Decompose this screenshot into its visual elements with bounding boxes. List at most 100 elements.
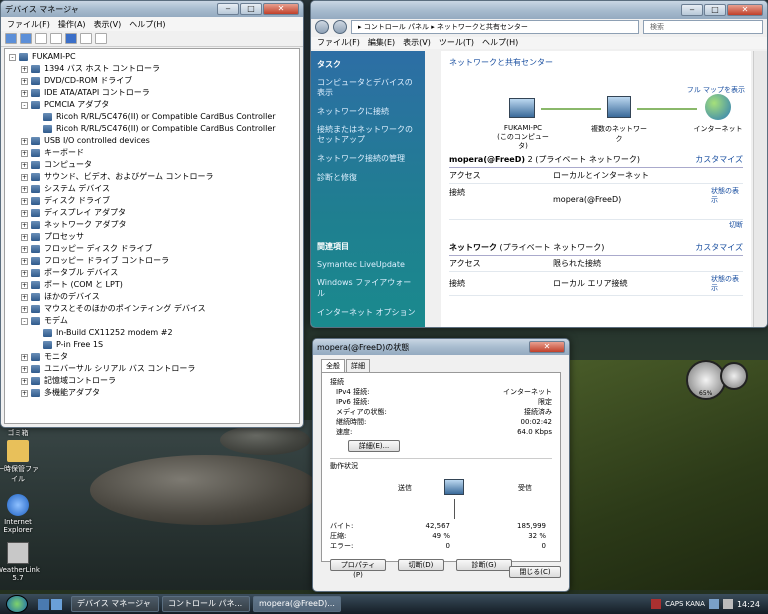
expand-icon[interactable]: +: [21, 173, 28, 181]
tree-item[interactable]: + キーボード: [9, 147, 295, 159]
expand-icon[interactable]: +: [21, 77, 28, 85]
expand-icon[interactable]: +: [21, 233, 28, 241]
tree-item[interactable]: + 記憶域コントローラ: [9, 375, 295, 387]
help-icon[interactable]: [65, 33, 77, 44]
expand-icon[interactable]: +: [21, 197, 28, 205]
show-desktop-icon[interactable]: [38, 598, 49, 610]
taskbar-item-device-manager[interactable]: デバイス マネージャ: [71, 596, 159, 612]
minimize-button[interactable]: ‒: [681, 4, 703, 16]
tree-item[interactable]: + マウスとそのほかのポインティング デバイス: [9, 303, 295, 315]
title-bar[interactable]: mopera(@FreeD)の状態 ✕: [313, 339, 569, 355]
collapse-icon[interactable]: -: [9, 53, 16, 61]
scrollbar[interactable]: [753, 51, 767, 327]
menu-view[interactable]: 表示(V): [403, 37, 431, 49]
properties-icon[interactable]: [50, 33, 62, 44]
expand-icon[interactable]: +: [21, 305, 28, 313]
back-icon[interactable]: [315, 20, 329, 34]
forward-icon[interactable]: [333, 20, 347, 34]
expand-icon[interactable]: +: [21, 377, 28, 385]
tree-item[interactable]: + USB I/O controlled devices: [9, 135, 295, 147]
related-link-firewall[interactable]: Windows ファイアウォール: [317, 277, 419, 299]
close-button[interactable]: ✕: [727, 4, 763, 16]
tree-item[interactable]: - モデム: [9, 315, 295, 327]
maximize-button[interactable]: □: [704, 4, 726, 16]
address-bar[interactable]: ▸ コントロール パネル ▸ ネットワークと共有センター: [351, 20, 639, 34]
disconnect-link[interactable]: 切断: [449, 220, 743, 232]
tree-item[interactable]: + ほかのデバイス: [9, 291, 295, 303]
properties-button[interactable]: プロパティ(P): [330, 559, 386, 579]
task-link-connect[interactable]: ネットワークに接続: [317, 106, 419, 117]
view-icon[interactable]: [35, 33, 47, 44]
tree-item[interactable]: + フロッピー ドライブ コントローラ: [9, 255, 295, 267]
expand-icon[interactable]: +: [21, 353, 28, 361]
menu-action[interactable]: 操作(A): [58, 19, 86, 29]
customize-link[interactable]: カスタマイズ: [695, 242, 743, 253]
close-button[interactable]: ✕: [529, 341, 565, 353]
tree-item[interactable]: - FUKAMI-PC: [9, 51, 295, 63]
view-status-link[interactable]: 状態の表示: [711, 275, 743, 293]
taskbar-item-control-panel[interactable]: コントロール パネ...: [162, 596, 250, 612]
tree-item[interactable]: + ポート (COM と LPT): [9, 279, 295, 291]
collapse-icon[interactable]: -: [21, 317, 28, 325]
title-bar[interactable]: ‒ □ ✕: [311, 1, 767, 19]
task-link-setup[interactable]: 接続またはネットワークのセットアップ: [317, 125, 419, 145]
expand-icon[interactable]: +: [21, 149, 28, 157]
tree-item[interactable]: + システム デバイス: [9, 183, 295, 195]
expand-icon[interactable]: +: [21, 389, 28, 397]
expand-icon[interactable]: +: [21, 365, 28, 373]
network-center-window[interactable]: ‒ □ ✕ ▸ コントロール パネル ▸ ネットワークと共有センター 検索 ファイル…: [310, 0, 768, 328]
tree-item[interactable]: + 多機能アダプタ: [9, 387, 295, 399]
expand-icon[interactable]: +: [21, 161, 28, 169]
related-link-liveupdate[interactable]: Symantec LiveUpdate: [317, 260, 419, 269]
tree-item[interactable]: + フロッピー ディスク ドライブ: [9, 243, 295, 255]
minimize-button[interactable]: ‒: [217, 3, 239, 15]
tab-general[interactable]: 全般: [321, 359, 345, 372]
expand-icon[interactable]: +: [21, 65, 28, 73]
expand-icon[interactable]: +: [21, 185, 28, 193]
tree-item[interactable]: + ポータブル デバイス: [9, 267, 295, 279]
expand-icon[interactable]: +: [21, 245, 28, 253]
tree-item[interactable]: + IDE ATA/ATAPI コントローラ: [9, 87, 295, 99]
cpu-meter-gadget[interactable]: 65%: [686, 360, 756, 404]
title-bar[interactable]: デバイス マネージャ ‒ □ ✕: [1, 1, 303, 17]
expand-icon[interactable]: +: [21, 221, 28, 229]
tree-item[interactable]: Ricoh R/RL/5C476(II) or Compatible CardB…: [9, 123, 295, 135]
related-link-internet-options[interactable]: インターネット オプション: [317, 307, 419, 318]
task-link-diagnose[interactable]: 診断と修復: [317, 172, 419, 183]
maximize-button[interactable]: □: [240, 3, 262, 15]
collapse-icon[interactable]: -: [21, 101, 28, 109]
desktop-icon-weatherlink[interactable]: WeatherLink 5.7: [0, 542, 42, 582]
details-button[interactable]: 詳細(E)...: [348, 440, 400, 452]
taskbar-item-status-dialog[interactable]: mopera(@FreeD)...: [253, 596, 341, 612]
disconnect-button[interactable]: 切断(D): [398, 559, 444, 571]
clock[interactable]: 14:24: [737, 600, 760, 609]
expand-icon[interactable]: +: [21, 293, 28, 301]
menu-help[interactable]: ヘルプ(H): [129, 19, 165, 29]
expand-icon[interactable]: +: [21, 281, 28, 289]
tree-item[interactable]: P-in Free 1S: [9, 339, 295, 351]
scan-icon[interactable]: [95, 33, 107, 44]
expand-icon[interactable]: +: [21, 269, 28, 277]
ime-icon[interactable]: [651, 599, 662, 609]
tree-item[interactable]: + ユニバーサル シリアル バス コントローラ: [9, 363, 295, 375]
tree-item[interactable]: + サウンド、ビデオ、およびゲーム コントローラ: [9, 171, 295, 183]
desktop-icon-temp-files[interactable]: 一時保管ファイル: [0, 440, 42, 484]
menu-file[interactable]: ファイル(F): [7, 19, 50, 29]
expand-icon[interactable]: +: [21, 209, 28, 217]
close-button[interactable]: ✕: [263, 3, 299, 15]
tab-details[interactable]: 詳細: [346, 359, 370, 372]
tree-item[interactable]: + ディスク ドライブ: [9, 195, 295, 207]
switch-windows-icon[interactable]: [51, 598, 62, 610]
task-link-view-devices[interactable]: コンピュータとデバイスの表示: [317, 78, 419, 98]
customize-link[interactable]: カスタマイズ: [695, 154, 743, 165]
search-input[interactable]: 検索: [643, 20, 763, 34]
tree-item[interactable]: + ネットワーク アダプタ: [9, 219, 295, 231]
expand-icon[interactable]: +: [21, 137, 28, 145]
menu-file[interactable]: ファイル(F): [317, 37, 360, 49]
tree-item[interactable]: + コンピュータ: [9, 159, 295, 171]
expand-icon[interactable]: +: [21, 89, 28, 97]
device-manager-window[interactable]: デバイス マネージャ ‒ □ ✕ ファイル(F) 操作(A) 表示(V) ヘルプ(H…: [0, 0, 304, 428]
tree-item[interactable]: + ディスプレイ アダプタ: [9, 207, 295, 219]
back-icon[interactable]: [5, 33, 17, 44]
menu-view[interactable]: 表示(V): [94, 19, 122, 29]
